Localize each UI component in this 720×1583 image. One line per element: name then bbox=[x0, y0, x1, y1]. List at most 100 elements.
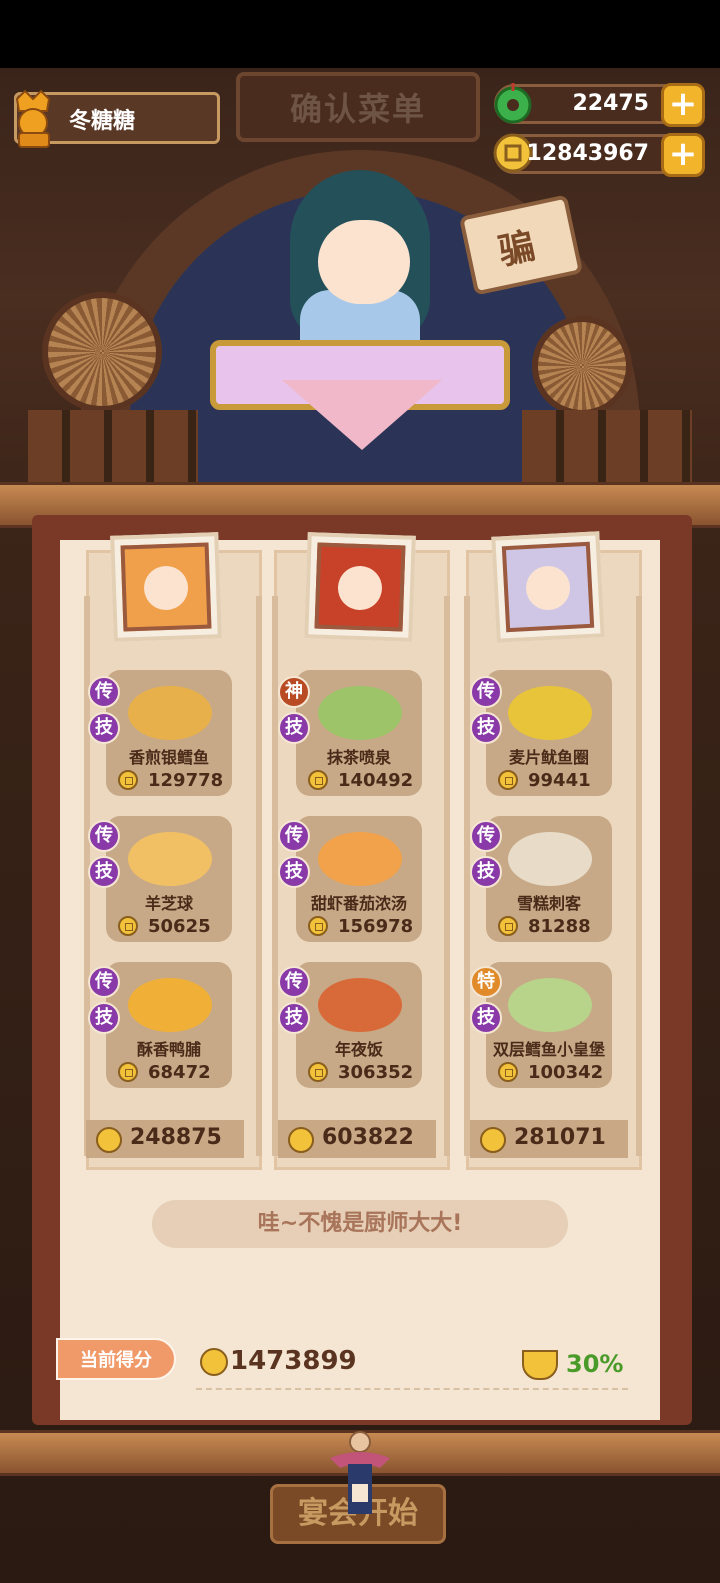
rarity-badge: 传 bbox=[278, 820, 310, 852]
rarity-badge: 传 bbox=[278, 966, 310, 998]
chef-portrait-1[interactable] bbox=[110, 532, 222, 642]
dish-name: 雪糕刺客 bbox=[516, 894, 581, 913]
dish-image bbox=[318, 832, 402, 886]
right-fan-decoration bbox=[532, 316, 632, 416]
dish-name: 酥香鸭脯 bbox=[136, 1040, 201, 1059]
chef-portrait-frame bbox=[120, 542, 212, 632]
performer-face bbox=[318, 220, 410, 304]
left-fan-decoration bbox=[42, 292, 162, 412]
dish-card[interactable]: 双层鳕鱼小皇堡 100342 bbox=[486, 962, 612, 1088]
rarity-badge: 特 bbox=[470, 966, 502, 998]
dish-value: 129778 bbox=[148, 770, 224, 791]
chef-portrait-frame bbox=[314, 542, 406, 632]
jade-icon bbox=[494, 83, 532, 124]
skill-badge: 技 bbox=[278, 712, 310, 744]
player-info[interactable]: 冬糖糖 bbox=[14, 89, 220, 148]
dish-name: 双层鳕鱼小皇堡 bbox=[492, 1040, 605, 1059]
jade-value: 22475 bbox=[572, 91, 649, 116]
chef-total-1: 248875 bbox=[86, 1120, 244, 1158]
rarity-badge: 传 bbox=[470, 676, 502, 708]
dish-card[interactable]: 抹茶喷泉 140492 bbox=[296, 670, 422, 796]
dish-value: 306352 bbox=[338, 1062, 414, 1083]
dish-image bbox=[508, 686, 592, 740]
coin-icon bbox=[308, 770, 328, 790]
skill-badge: 技 bbox=[470, 712, 502, 744]
rarity-badge: 传 bbox=[470, 820, 502, 852]
rarity-badge: 传 bbox=[88, 966, 120, 998]
coin-value: 12843967 bbox=[526, 141, 649, 166]
sign-text: 骗 bbox=[494, 225, 539, 274]
skill-badge: 技 bbox=[88, 1002, 120, 1034]
add-coin-button[interactable]: + bbox=[661, 133, 705, 177]
player-name: 冬糖糖 bbox=[69, 109, 136, 134]
coin-icon bbox=[200, 1348, 228, 1376]
bonus-bowl-icon bbox=[522, 1350, 558, 1380]
coin-currency: 12843967 + bbox=[493, 133, 705, 177]
skill-badge: 技 bbox=[470, 1002, 502, 1034]
chef-portrait-2[interactable] bbox=[304, 532, 416, 642]
skill-badge: 技 bbox=[88, 712, 120, 744]
dish-image bbox=[508, 978, 592, 1032]
coin-icon bbox=[308, 916, 328, 936]
chef-face bbox=[143, 565, 189, 611]
dish-value: 68472 bbox=[148, 1062, 211, 1083]
coin-icon bbox=[308, 1062, 328, 1082]
confirm-menu-banner: 确认菜单 bbox=[236, 72, 480, 142]
rarity-badge: 传 bbox=[88, 820, 120, 852]
dish-value: 81288 bbox=[528, 916, 591, 937]
coin-icon bbox=[498, 1062, 518, 1082]
dish-image bbox=[318, 686, 402, 740]
column-rail bbox=[256, 596, 262, 1156]
dish-name: 羊芝球 bbox=[144, 894, 193, 913]
game-screen: 骗 冬糖糖 确认菜单 22475 + 12843967 + 香煎银鳕鱼 1297… bbox=[0, 0, 720, 1583]
add-jade-button[interactable]: + bbox=[661, 83, 705, 127]
skill-badge: 技 bbox=[278, 1002, 310, 1034]
skill-badge: 技 bbox=[88, 856, 120, 888]
chef-portrait-frame bbox=[501, 541, 595, 633]
dish-card[interactable]: 酥香鸭脯 68472 bbox=[106, 962, 232, 1088]
dish-card[interactable]: 羊芝球 50625 bbox=[106, 816, 232, 942]
coin-icon bbox=[96, 1127, 122, 1153]
rarity-badge: 传 bbox=[88, 676, 120, 708]
dish-name: 麦片鱿鱼圈 bbox=[508, 748, 589, 767]
coin-icon bbox=[118, 770, 138, 790]
chef-total-2: 603822 bbox=[278, 1120, 436, 1158]
column-rail bbox=[272, 596, 278, 1156]
dish-card[interactable]: 雪糕刺客 81288 bbox=[486, 816, 612, 942]
dish-image bbox=[318, 978, 402, 1032]
column-rail bbox=[464, 596, 470, 1156]
bonus-percent: 30% bbox=[566, 1350, 624, 1378]
praise-message: 哇~不愧是厨师大大! bbox=[152, 1200, 568, 1248]
dish-value: 140492 bbox=[338, 770, 414, 791]
dish-image bbox=[508, 832, 592, 886]
jade-currency: 22475 + bbox=[494, 83, 705, 127]
column-rail bbox=[636, 596, 642, 1156]
chef-portrait-3[interactable] bbox=[491, 531, 605, 643]
chef-face bbox=[337, 565, 383, 611]
dish-card[interactable]: 甜虾番茄浓汤 156978 bbox=[296, 816, 422, 942]
dish-card[interactable]: 香煎银鳕鱼 129778 bbox=[106, 670, 232, 796]
dish-name: 年夜饭 bbox=[334, 1040, 383, 1059]
coin-icon bbox=[498, 916, 518, 936]
banner-title: 确认菜单 bbox=[289, 90, 426, 128]
score-divider bbox=[196, 1388, 628, 1390]
dish-value: 50625 bbox=[148, 916, 211, 937]
dish-name: 抹茶喷泉 bbox=[326, 748, 391, 767]
rarity-badge: 神 bbox=[278, 676, 310, 708]
chef-total-3: 281071 bbox=[470, 1120, 628, 1158]
coin-icon bbox=[118, 916, 138, 936]
chef-face bbox=[524, 564, 572, 612]
current-score-value: 1473899 bbox=[230, 1346, 357, 1376]
dish-name: 香煎银鳕鱼 bbox=[128, 748, 209, 767]
skill-badge: 技 bbox=[470, 856, 502, 888]
coin-icon bbox=[498, 770, 518, 790]
skill-badge: 技 bbox=[278, 856, 310, 888]
column-rail bbox=[444, 596, 450, 1156]
dish-card[interactable]: 年夜饭 306352 bbox=[296, 962, 422, 1088]
coin-icon bbox=[118, 1062, 138, 1082]
player-avatar-icon bbox=[15, 89, 51, 148]
chef-total-value: 281071 bbox=[514, 1125, 606, 1150]
dish-card[interactable]: 麦片鱿鱼圈 99441 bbox=[486, 670, 612, 796]
chef-total-value: 248875 bbox=[130, 1125, 222, 1150]
dish-value: 100342 bbox=[528, 1062, 604, 1083]
